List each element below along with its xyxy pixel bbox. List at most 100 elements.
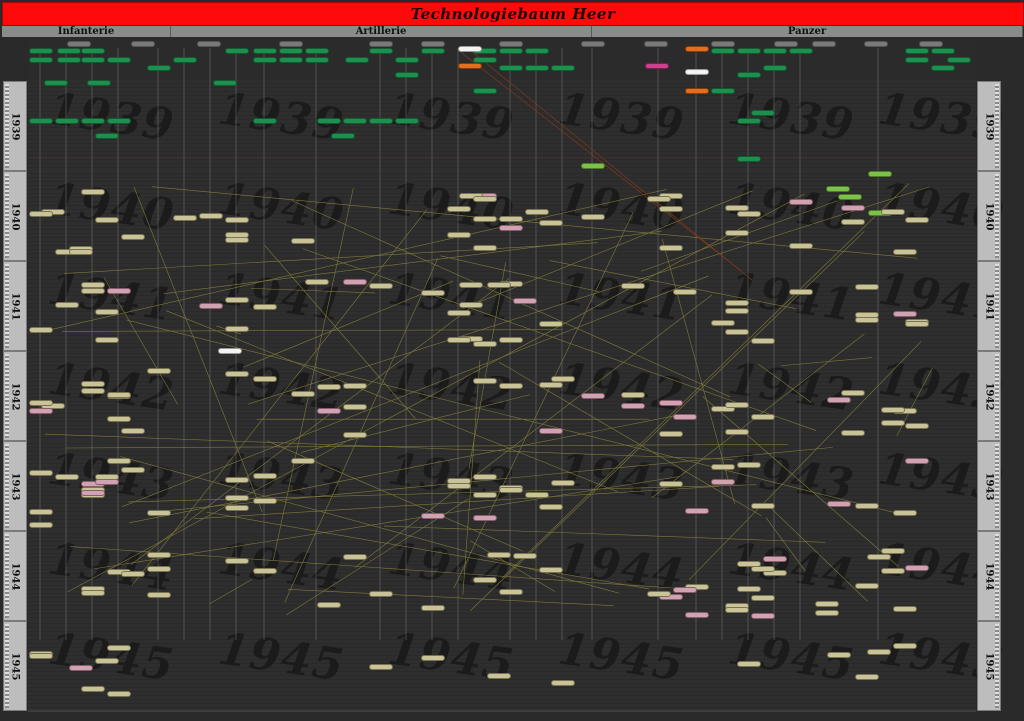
tech-node[interactable]	[473, 492, 497, 498]
tech-node[interactable]	[789, 243, 813, 249]
tech-node[interactable]	[737, 211, 761, 217]
tech-node[interactable]	[931, 65, 955, 71]
tech-node[interactable]	[711, 48, 735, 54]
tech-node[interactable]	[253, 568, 277, 574]
tech-node[interactable]	[147, 592, 171, 598]
tech-node[interactable]	[737, 586, 761, 592]
tech-node[interactable]	[87, 80, 111, 86]
tech-node[interactable]	[225, 326, 249, 332]
tech-node[interactable]	[29, 470, 53, 476]
tech-node[interactable]	[81, 118, 105, 124]
tech-node[interactable]	[218, 348, 242, 354]
tech-node[interactable]	[725, 429, 749, 435]
tech-node[interactable]	[421, 290, 445, 296]
tech-node[interactable]	[55, 302, 79, 308]
tech-node[interactable]	[29, 327, 53, 333]
tech-node[interactable]	[711, 41, 735, 47]
tech-node[interactable]	[253, 57, 277, 63]
tech-node[interactable]	[305, 57, 329, 63]
tech-node[interactable]	[459, 282, 483, 288]
tech-node[interactable]	[864, 41, 888, 47]
tech-node[interactable]	[525, 48, 549, 54]
tech-node[interactable]	[499, 487, 523, 493]
tech-node[interactable]	[487, 282, 511, 288]
tech-node[interactable]	[107, 416, 131, 422]
tech-node[interactable]	[95, 474, 119, 480]
tech-node[interactable]	[29, 57, 53, 63]
tech-node[interactable]	[525, 65, 549, 71]
tech-node[interactable]	[905, 217, 929, 223]
tech-node[interactable]	[525, 492, 549, 498]
tech-node[interactable]	[725, 300, 749, 306]
tech-node[interactable]	[659, 245, 683, 251]
tech-node[interactable]	[121, 428, 145, 434]
tech-node[interactable]	[253, 48, 277, 54]
tech-node[interactable]	[905, 458, 929, 464]
tech-node[interactable]	[147, 566, 171, 572]
tech-node[interactable]	[81, 388, 105, 394]
tech-node[interactable]	[737, 118, 761, 124]
tech-node[interactable]	[69, 249, 93, 255]
tech-node[interactable]	[551, 65, 575, 71]
tech-node[interactable]	[513, 298, 537, 304]
tech-node[interactable]	[789, 48, 813, 54]
tech-node[interactable]	[95, 309, 119, 315]
tech-node[interactable]	[685, 508, 709, 514]
tech-node[interactable]	[841, 219, 865, 225]
tech-node[interactable]	[421, 655, 445, 661]
tech-node[interactable]	[763, 556, 787, 562]
tech-node[interactable]	[107, 288, 131, 294]
tech-node[interactable]	[751, 414, 775, 420]
tech-node[interactable]	[29, 211, 53, 217]
tech-node[interactable]	[473, 196, 497, 202]
tech-node[interactable]	[919, 41, 943, 47]
tech-node[interactable]	[621, 403, 645, 409]
tech-node[interactable]	[29, 48, 53, 54]
tech-node[interactable]	[279, 48, 303, 54]
tech-node[interactable]	[343, 383, 367, 389]
tech-node[interactable]	[487, 552, 511, 558]
tech-node[interactable]	[369, 41, 393, 47]
tech-node[interactable]	[815, 610, 839, 616]
tech-node[interactable]	[447, 206, 471, 212]
tech-node[interactable]	[905, 423, 929, 429]
tech-node[interactable]	[881, 407, 905, 413]
tech-node[interactable]	[551, 680, 575, 686]
tech-node[interactable]	[343, 118, 367, 124]
tech-node[interactable]	[812, 41, 836, 47]
tech-node[interactable]	[147, 552, 171, 558]
tech-node[interactable]	[774, 41, 798, 47]
tech-node[interactable]	[343, 279, 367, 285]
tech-node[interactable]	[711, 88, 735, 94]
tech-node[interactable]	[81, 189, 105, 195]
tech-node[interactable]	[905, 565, 929, 571]
tech-node[interactable]	[737, 462, 761, 468]
tech-node[interactable]	[107, 57, 131, 63]
tech-node[interactable]	[539, 220, 563, 226]
tech-node[interactable]	[659, 206, 683, 212]
tech-node[interactable]	[305, 48, 329, 54]
tech-node[interactable]	[395, 72, 419, 78]
tech-node[interactable]	[893, 606, 917, 612]
tech-node[interactable]	[473, 515, 497, 521]
tech-node[interactable]	[199, 213, 223, 219]
tech-node[interactable]	[659, 431, 683, 437]
tech-node[interactable]	[499, 383, 523, 389]
tech-node[interactable]	[29, 408, 53, 414]
tech-node[interactable]	[225, 371, 249, 377]
tech-node[interactable]	[539, 567, 563, 573]
tech-node[interactable]	[827, 501, 851, 507]
tech-node[interactable]	[95, 658, 119, 664]
tech-node[interactable]	[763, 65, 787, 71]
tech-node[interactable]	[343, 432, 367, 438]
tech-node[interactable]	[725, 308, 749, 314]
tech-node[interactable]	[621, 283, 645, 289]
tech-node[interactable]	[197, 41, 221, 47]
tech-node[interactable]	[737, 72, 761, 78]
tech-node[interactable]	[473, 216, 497, 222]
tech-node[interactable]	[447, 232, 471, 238]
tech-node[interactable]	[905, 57, 929, 63]
tech-node[interactable]	[855, 284, 879, 290]
tech-node[interactable]	[893, 510, 917, 516]
tech-node[interactable]	[225, 505, 249, 511]
